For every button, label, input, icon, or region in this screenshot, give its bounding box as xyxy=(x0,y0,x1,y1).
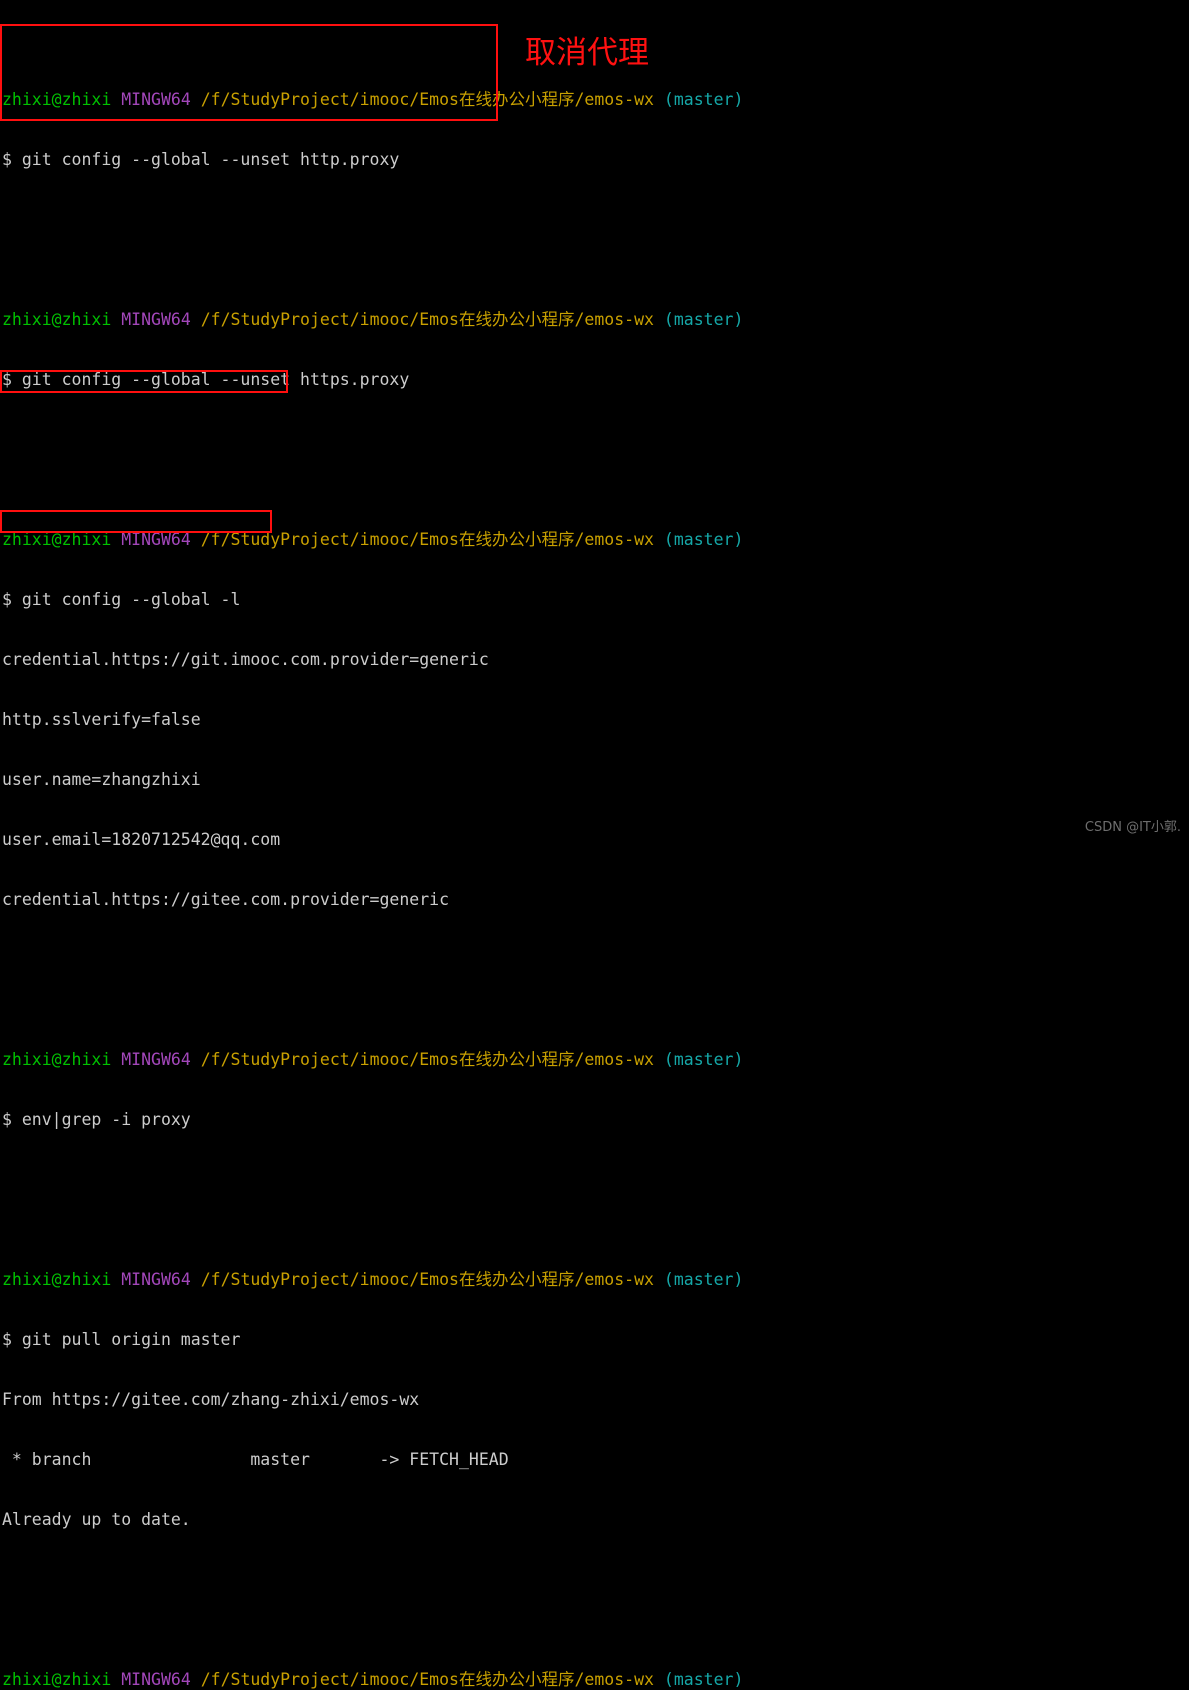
prompt-branch: (master) xyxy=(663,90,744,109)
prompt-path: /f/StudyProject/imooc/Emos在线办公小程序/emos-w… xyxy=(200,1270,654,1289)
prompt-branch: (master) xyxy=(663,530,744,549)
command-config-list: $ git config --global -l xyxy=(2,590,241,609)
terminal-output-area[interactable]: zhixi@zhixi MINGW64 /f/StudyProject/imoo… xyxy=(2,10,1189,1690)
prompt-host: MINGW64 xyxy=(121,310,191,329)
prompt-host: MINGW64 xyxy=(121,1050,191,1069)
prompt-path: /f/StudyProject/imooc/Emos在线办公小程序/emos-w… xyxy=(200,1670,654,1689)
prompt-branch: (master) xyxy=(663,310,744,329)
prompt-line: zhixi@zhixi MINGW64 /f/StudyProject/imoo… xyxy=(2,90,1189,110)
prompt-path: /f/StudyProject/imooc/Emos在线办公小程序/emos-w… xyxy=(200,530,654,549)
output-line: From https://gitee.com/zhang-zhixi/emos-… xyxy=(2,1390,420,1409)
prompt-host: MINGW64 xyxy=(121,90,191,109)
watermark-text: CSDN @IT小郭. xyxy=(1084,820,1181,835)
command-env-grep-proxy: $ env|grep -i proxy xyxy=(2,1110,191,1129)
prompt-user: zhixi@zhixi xyxy=(2,90,112,109)
prompt-branch: (master) xyxy=(663,1670,744,1689)
prompt-host: MINGW64 xyxy=(121,530,191,549)
command-unset-http-proxy: $ git config --global --unset http.proxy xyxy=(2,150,400,169)
prompt-line: zhixi@zhixi MINGW64 /f/StudyProject/imoo… xyxy=(2,1670,1189,1690)
terminal-window: zhixi@zhixi MINGW64 /f/StudyProject/imoo… xyxy=(0,0,1189,1689)
output-line: http.sslverify=false xyxy=(2,710,201,729)
output-line: credential.https://gitee.com.provider=ge… xyxy=(2,890,450,909)
command-unset-https-proxy: $ git config --global --unset https.prox… xyxy=(2,370,410,389)
prompt-branch: (master) xyxy=(663,1270,744,1289)
prompt-line: zhixi@zhixi MINGW64 /f/StudyProject/imoo… xyxy=(2,1050,1189,1070)
prompt-user: zhixi@zhixi xyxy=(2,1670,112,1689)
prompt-user: zhixi@zhixi xyxy=(2,310,112,329)
prompt-path: /f/StudyProject/imooc/Emos在线办公小程序/emos-w… xyxy=(200,90,654,109)
output-line: user.email=1820712542@qq.com xyxy=(2,830,281,849)
prompt-host: MINGW64 xyxy=(121,1270,191,1289)
annotation-cancel-proxy: 取消代理 xyxy=(525,35,649,71)
prompt-path: /f/StudyProject/imooc/Emos在线办公小程序/emos-w… xyxy=(200,310,654,329)
prompt-user: zhixi@zhixi xyxy=(2,530,112,549)
command-git-pull: $ git pull origin master xyxy=(2,1330,241,1349)
prompt-line: zhixi@zhixi MINGW64 /f/StudyProject/imoo… xyxy=(2,310,1189,330)
prompt-path: /f/StudyProject/imooc/Emos在线办公小程序/emos-w… xyxy=(200,1050,654,1069)
prompt-line: zhixi@zhixi MINGW64 /f/StudyProject/imoo… xyxy=(2,530,1189,550)
prompt-line: zhixi@zhixi MINGW64 /f/StudyProject/imoo… xyxy=(2,1270,1189,1290)
prompt-branch: (master) xyxy=(663,1050,744,1069)
prompt-user: zhixi@zhixi xyxy=(2,1270,112,1289)
output-line: user.name=zhangzhixi xyxy=(2,770,201,789)
prompt-user: zhixi@zhixi xyxy=(2,1050,112,1069)
prompt-host: MINGW64 xyxy=(121,1670,191,1689)
output-line: Already up to date. xyxy=(2,1510,191,1529)
output-line: * branch master -> FETCH_HEAD xyxy=(2,1450,509,1469)
output-line: credential.https://git.imooc.com.provide… xyxy=(2,650,489,669)
